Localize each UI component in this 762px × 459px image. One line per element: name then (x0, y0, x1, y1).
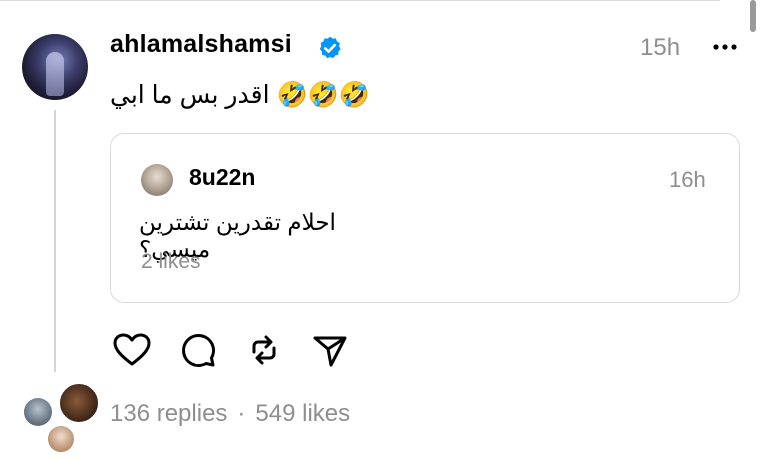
like-button[interactable] (112, 330, 152, 370)
scrollbar[interactable] (750, 0, 756, 32)
quoted-author-avatar[interactable] (141, 164, 173, 196)
post-timestamp: 15h (640, 34, 681, 61)
share-button[interactable] (310, 330, 350, 370)
stats-separator: · (237, 400, 246, 427)
author-avatar[interactable] (22, 34, 88, 100)
post-stats: 136 replies · 549 likes (110, 400, 350, 428)
replies-count[interactable]: 136 replies (110, 400, 227, 427)
post-emoji: 🤣🤣🤣 (276, 81, 370, 109)
repost-icon (252, 335, 276, 365)
thread-line (54, 110, 56, 372)
repost-button[interactable] (244, 330, 284, 370)
heart-icon (113, 333, 151, 366)
quoted-username[interactable]: 8u22n (189, 164, 255, 191)
verified-badge-icon (319, 36, 341, 59)
replier-avatar (58, 382, 100, 424)
quoted-timestamp: 16h (669, 167, 706, 192)
share-icon (313, 336, 347, 367)
quoted-likes-count[interactable]: 2 likes (141, 250, 201, 274)
likes-count[interactable]: 549 likes (255, 400, 350, 427)
post-text: اقدر بس ما ابي 🤣🤣🤣 (110, 75, 400, 115)
author-username[interactable]: ahlamalshamsi (110, 30, 292, 59)
more-horizontal-icon[interactable] (710, 32, 740, 62)
replier-avatar (46, 424, 76, 454)
replier-avatar (24, 398, 52, 426)
comment-button[interactable] (178, 330, 218, 370)
comment-icon (182, 334, 215, 367)
post-body: اقدر بس ما ابي (110, 81, 270, 109)
quoted-post-card[interactable]: 8u22n 16h احلام تقدرين تشترين ميسي؟ 2 li… (110, 133, 740, 303)
top-divider (0, 0, 720, 1)
